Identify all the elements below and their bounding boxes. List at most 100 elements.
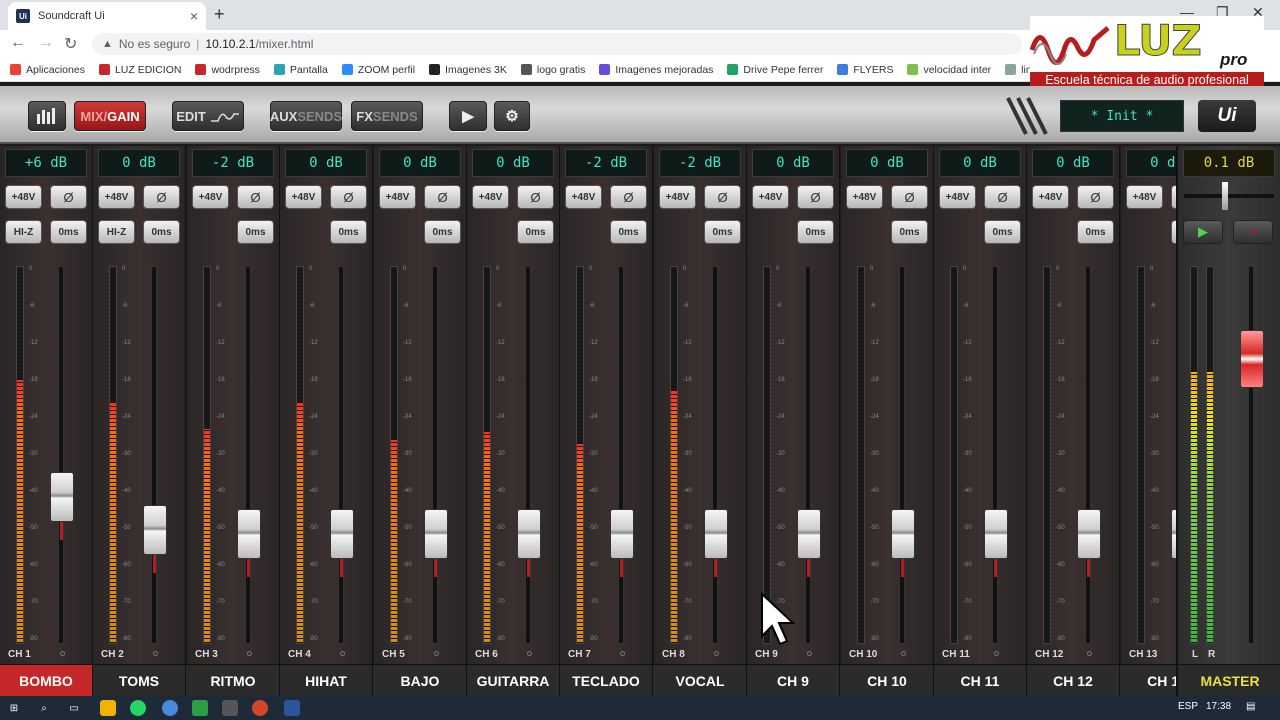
channel-link-icon[interactable] <box>807 651 812 656</box>
channel-link-icon[interactable] <box>714 651 719 656</box>
channel-name-tab[interactable]: TOMS <box>93 665 186 696</box>
phantom-power-button[interactable]: +48V <box>5 185 42 209</box>
master-play-button[interactable]: ▶ <box>1183 220 1223 244</box>
delay-button[interactable]: 0ms <box>1077 220 1114 244</box>
close-tab-icon[interactable]: × <box>190 8 198 24</box>
phase-invert-button[interactable]: Ø <box>424 185 461 209</box>
channel-name-tab[interactable]: VOCAL <box>654 665 747 696</box>
channel-fader[interactable] <box>424 509 448 559</box>
search-icon[interactable]: ⌕ <box>36 700 52 716</box>
channel-name-tab[interactable]: HIHAT <box>280 665 373 696</box>
bookmark-item[interactable]: wodrpress <box>195 64 260 76</box>
delay-button[interactable]: 0ms <box>143 220 180 244</box>
fx-sends-button[interactable]: FX SENDS <box>351 101 423 131</box>
delay-button[interactable]: 0ms <box>517 220 554 244</box>
channel-fader[interactable] <box>1077 509 1101 559</box>
channel-link-icon[interactable] <box>340 651 345 656</box>
phantom-power-button[interactable]: +48V <box>192 185 229 209</box>
delay-button[interactable]: 0ms <box>237 220 274 244</box>
bookmark-item[interactable]: ZOOM perfil <box>341 64 415 76</box>
channel-gain-display[interactable]: 0 dB <box>752 149 834 177</box>
bookmark-item[interactable]: LUZ EDICION <box>98 64 181 76</box>
channel-link-icon[interactable] <box>247 651 252 656</box>
language-indicator[interactable]: ESP <box>1178 701 1198 712</box>
channel-gain-display[interactable]: 0 dB <box>379 149 461 177</box>
phantom-power-button[interactable]: +48V <box>379 185 416 209</box>
phase-invert-button[interactable]: Ø <box>797 185 834 209</box>
channel-fader[interactable] <box>797 509 821 559</box>
phase-invert-button[interactable]: Ø <box>1077 185 1114 209</box>
delay-button[interactable]: 0ms <box>704 220 741 244</box>
channel-link-icon[interactable] <box>901 651 906 656</box>
channel-link-icon[interactable] <box>153 651 158 656</box>
channel-name-tab[interactable]: CH 11 <box>934 665 1027 696</box>
phantom-power-button[interactable]: +48V <box>939 185 976 209</box>
channel-gain-display[interactable]: -2 dB <box>192 149 274 177</box>
channel-name-tab[interactable]: CH 10 <box>841 665 934 696</box>
phantom-power-button[interactable]: +48V <box>659 185 696 209</box>
phantom-power-button[interactable]: +48V <box>98 185 135 209</box>
app-icon[interactable] <box>192 700 208 716</box>
channel-link-icon[interactable] <box>620 651 625 656</box>
meters-button[interactable] <box>28 101 66 131</box>
phantom-power-button[interactable]: +48V <box>285 185 322 209</box>
channel-name-tab[interactable]: BOMBO <box>0 665 93 696</box>
delay-button[interactable]: 0ms <box>50 220 87 244</box>
phase-invert-button[interactable]: Ø <box>984 185 1021 209</box>
channel-fader[interactable] <box>984 509 1008 559</box>
channel-gain-display[interactable]: 0 dB <box>939 149 1021 177</box>
delay-button[interactable]: 0ms <box>891 220 928 244</box>
channel-gain-display[interactable]: 0 dB <box>1032 149 1114 177</box>
channel-gain-display[interactable]: -2 dB <box>565 149 647 177</box>
back-icon[interactable]: ← <box>10 34 26 52</box>
clock[interactable]: 17:38 <box>1206 701 1231 712</box>
channel-gain-display[interactable]: 0 dB <box>98 149 180 177</box>
channel-name-tab[interactable]: CH 13 <box>1121 665 1176 696</box>
channel-fader[interactable] <box>610 509 634 559</box>
whatsapp-icon[interactable] <box>130 700 146 716</box>
channel-link-icon[interactable] <box>527 651 532 656</box>
url-field[interactable]: ▲ No es seguro | 10.10.2.1 /mixer.html <box>92 33 1022 55</box>
channel-link-icon[interactable] <box>434 651 439 656</box>
channel-gain-display[interactable]: 0 dB <box>1126 149 1176 177</box>
channel-link-icon[interactable] <box>1087 651 1092 656</box>
master-fader[interactable] <box>1240 330 1264 388</box>
phantom-power-button[interactable]: +48V <box>565 185 602 209</box>
phantom-power-button[interactable]: +48V <box>472 185 509 209</box>
delay-button[interactable]: 0ms <box>610 220 647 244</box>
channel-fader[interactable] <box>330 509 354 559</box>
channel-name-tab[interactable]: BAJO <box>374 665 467 696</box>
delay-button[interactable]: 0ms <box>330 220 367 244</box>
phase-invert-button[interactable]: Ø <box>50 185 87 209</box>
bookmark-item[interactable]: logo gratis <box>520 64 585 76</box>
channel-link-icon[interactable] <box>60 651 65 656</box>
bookmark-item[interactable]: Drive Pepe ferrer <box>727 64 823 76</box>
channel-gain-display[interactable]: +6 dB <box>5 149 87 177</box>
phase-invert-button[interactable]: Ø <box>891 185 928 209</box>
phantom-power-button[interactable]: +48V <box>1032 185 1069 209</box>
phase-invert-button[interactable]: Ø <box>237 185 274 209</box>
bookmark-item[interactable]: Pantalla <box>273 64 328 76</box>
master-balance-knob[interactable] <box>1222 182 1228 210</box>
channel-gain-display[interactable]: 0 dB <box>285 149 367 177</box>
word-icon[interactable] <box>284 700 300 716</box>
phantom-power-button[interactable]: +48V <box>1126 185 1163 209</box>
delay-button[interactable]: 0ms <box>424 220 461 244</box>
delay-button[interactable]: 0ms <box>984 220 1021 244</box>
powerpoint-icon[interactable] <box>252 700 268 716</box>
bookmark-item[interactable]: FLYERS <box>837 64 893 76</box>
notifications-icon[interactable]: ▤ <box>1246 701 1255 712</box>
master-record-button[interactable]: ● <box>1233 220 1273 244</box>
aux-sends-button[interactable]: AUX SENDS <box>270 101 342 131</box>
phase-invert-button[interactable]: Ø <box>330 185 367 209</box>
phantom-power-button[interactable]: +48V <box>752 185 789 209</box>
channel-name-tab[interactable]: CH 12 <box>1027 665 1120 696</box>
bookmark-item[interactable]: Imagenes mejoradas <box>599 64 713 76</box>
phase-invert-button[interactable]: Ø <box>610 185 647 209</box>
phantom-power-button[interactable]: +48V <box>846 185 883 209</box>
channel-fader[interactable] <box>891 509 915 559</box>
channel-name-tab[interactable]: RITMO <box>187 665 280 696</box>
phase-invert-button[interactable]: Ø <box>704 185 741 209</box>
hi-z-button[interactable]: HI-Z <box>98 220 135 244</box>
master-gain-display[interactable]: 0.1 dB <box>1183 149 1275 177</box>
